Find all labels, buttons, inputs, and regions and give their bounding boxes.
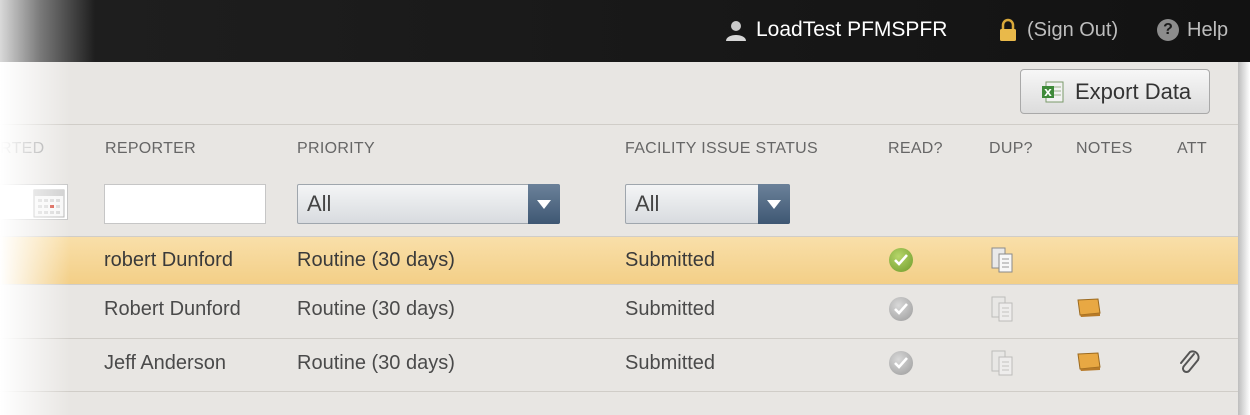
status-filter-select[interactable]: All (625, 184, 790, 224)
export-data-button[interactable]: X Export Data (1020, 69, 1210, 114)
panel-shadow (1238, 62, 1250, 415)
lock-icon (997, 18, 1019, 42)
duplicate-icon[interactable] (990, 295, 1016, 323)
table-row[interactable]: robert Dunford Routine (30 days) Submitt… (0, 237, 1238, 284)
reporter-cell: robert Dunford (104, 249, 233, 271)
priority-filter-select[interactable]: All (297, 184, 560, 224)
reporter-filter-input[interactable] (104, 184, 266, 224)
priority-cell: Routine (30 days) (297, 249, 455, 271)
header-facility-issue-status[interactable]: FACILITY ISSUE STATUS (625, 140, 818, 158)
chevron-down-icon[interactable] (528, 184, 560, 224)
note-icon[interactable] (1076, 297, 1102, 319)
help-label: Help (1187, 18, 1229, 41)
priority-filter-value: All (307, 191, 332, 216)
header-notes[interactable]: NOTES (1076, 140, 1133, 158)
sign-out-label: (Sign Out) (1027, 18, 1119, 41)
export-data-label: Export Data (1075, 78, 1192, 104)
svg-text:X: X (1044, 88, 1052, 99)
read-check-icon[interactable] (889, 248, 913, 272)
help-icon: ? (1157, 19, 1179, 41)
user-icon (724, 18, 748, 42)
note-icon[interactable] (1076, 351, 1102, 373)
excel-icon: X (1041, 80, 1065, 104)
priority-cell: Routine (30 days) (297, 298, 455, 320)
paperclip-icon[interactable] (1178, 350, 1202, 376)
user-name: LoadTest PFMSPFR (756, 18, 948, 41)
header-dup[interactable]: DUP? (989, 140, 1033, 158)
read-check-icon[interactable] (889, 297, 913, 321)
toolbar-divider (0, 124, 1238, 125)
duplicate-icon[interactable] (990, 246, 1016, 274)
read-check-icon[interactable] (889, 351, 913, 375)
help-link[interactable]: ? Help (1157, 16, 1228, 44)
header-priority[interactable]: PRIORITY (297, 140, 375, 158)
chevron-down-icon[interactable] (758, 184, 790, 224)
sign-out-link[interactable]: (Sign Out) (997, 16, 1118, 44)
table-row[interactable]: Robert Dunford Routine (30 days) Submitt… (0, 285, 1238, 338)
reporter-cell: Jeff Anderson (104, 352, 226, 374)
header-reporter[interactable]: REPORTER (105, 140, 196, 158)
reporter-cell: Robert Dunford (104, 298, 241, 320)
calendar-icon[interactable] (32, 187, 66, 219)
status-cell: Submitted (625, 352, 716, 374)
status-cell: Submitted (625, 298, 716, 320)
header-read[interactable]: READ? (888, 140, 943, 158)
current-user[interactable]: LoadTest PFMSPFR (724, 16, 947, 44)
status-cell: Submitted (625, 249, 716, 271)
duplicate-icon[interactable] (990, 349, 1016, 377)
top-bar: LoadTest PFMSPFR (Sign Out) ? Help (0, 0, 1250, 62)
row-divider (0, 391, 1238, 392)
table-row[interactable]: Jeff Anderson Routine (30 days) Submitte… (0, 339, 1238, 391)
priority-cell: Routine (30 days) (297, 352, 455, 374)
status-filter-value: All (635, 191, 660, 216)
header-reported[interactable]: RTED (0, 140, 44, 158)
header-att[interactable]: ATT (1177, 140, 1207, 158)
